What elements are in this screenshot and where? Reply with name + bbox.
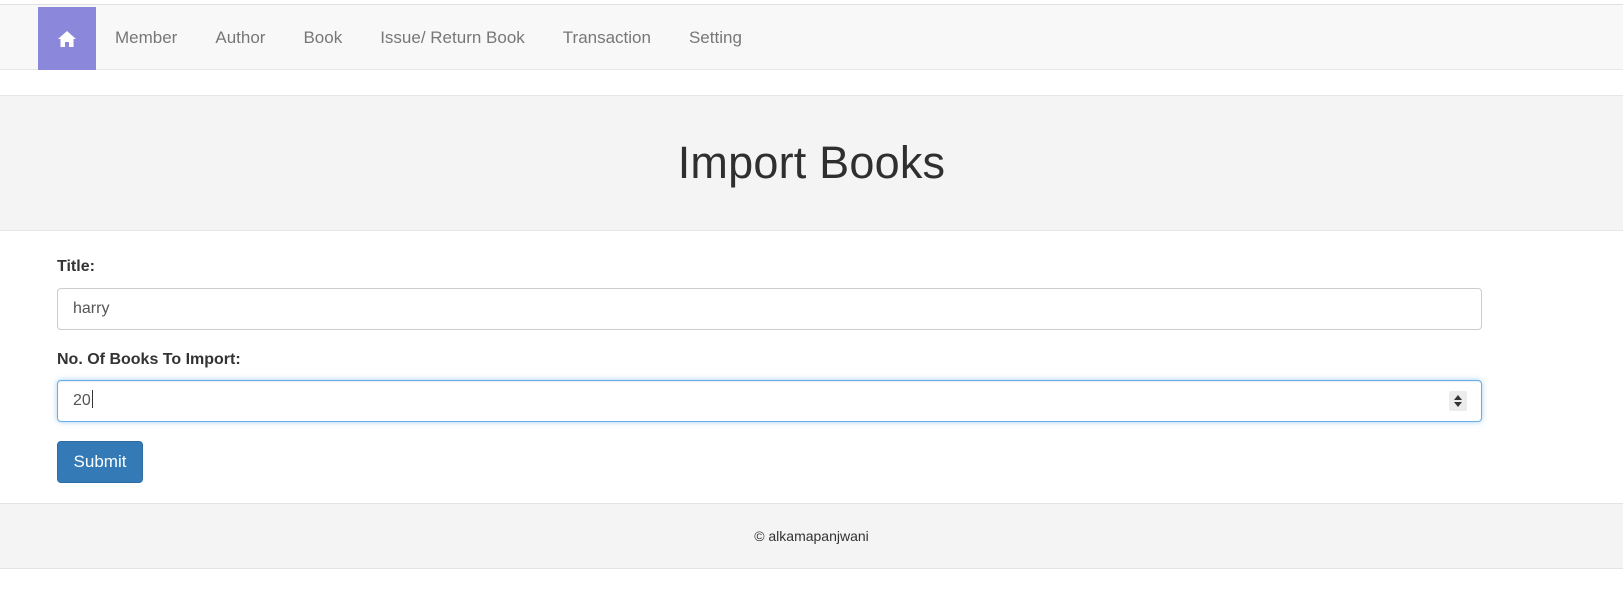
nav-links: Member Author Book Issue/ Return Book Tr… — [96, 5, 761, 71]
nav-item-member[interactable]: Member — [96, 5, 196, 71]
nav-item-setting[interactable]: Setting — [670, 5, 761, 71]
top-navbar: Member Author Book Issue/ Return Book Tr… — [0, 4, 1623, 70]
spinner-arrows-icon — [1453, 394, 1463, 408]
nav-item-issue-return-book[interactable]: Issue/ Return Book — [361, 5, 544, 71]
books-count-label: No. Of Books To Import: — [57, 351, 241, 368]
title-input[interactable]: harry — [57, 288, 1482, 330]
page-header: Import Books — [0, 95, 1623, 231]
books-count-input[interactable]: 20 — [57, 380, 1482, 422]
books-count-value: 20 — [73, 392, 91, 409]
title-input-value: harry — [73, 300, 110, 317]
footer-credit: © alkamapanjwani — [754, 528, 869, 544]
home-button[interactable] — [38, 7, 96, 70]
home-icon — [57, 30, 77, 48]
page-title: Import Books — [677, 137, 946, 188]
footer: © alkamapanjwani — [0, 503, 1623, 569]
nav-item-transaction[interactable]: Transaction — [544, 5, 670, 71]
title-label: Title: — [57, 258, 95, 275]
nav-item-book[interactable]: Book — [284, 5, 361, 71]
submit-button[interactable]: Submit — [57, 441, 143, 483]
text-caret — [91, 390, 93, 408]
nav-item-author[interactable]: Author — [196, 5, 284, 71]
number-spinner[interactable] — [1449, 391, 1467, 411]
